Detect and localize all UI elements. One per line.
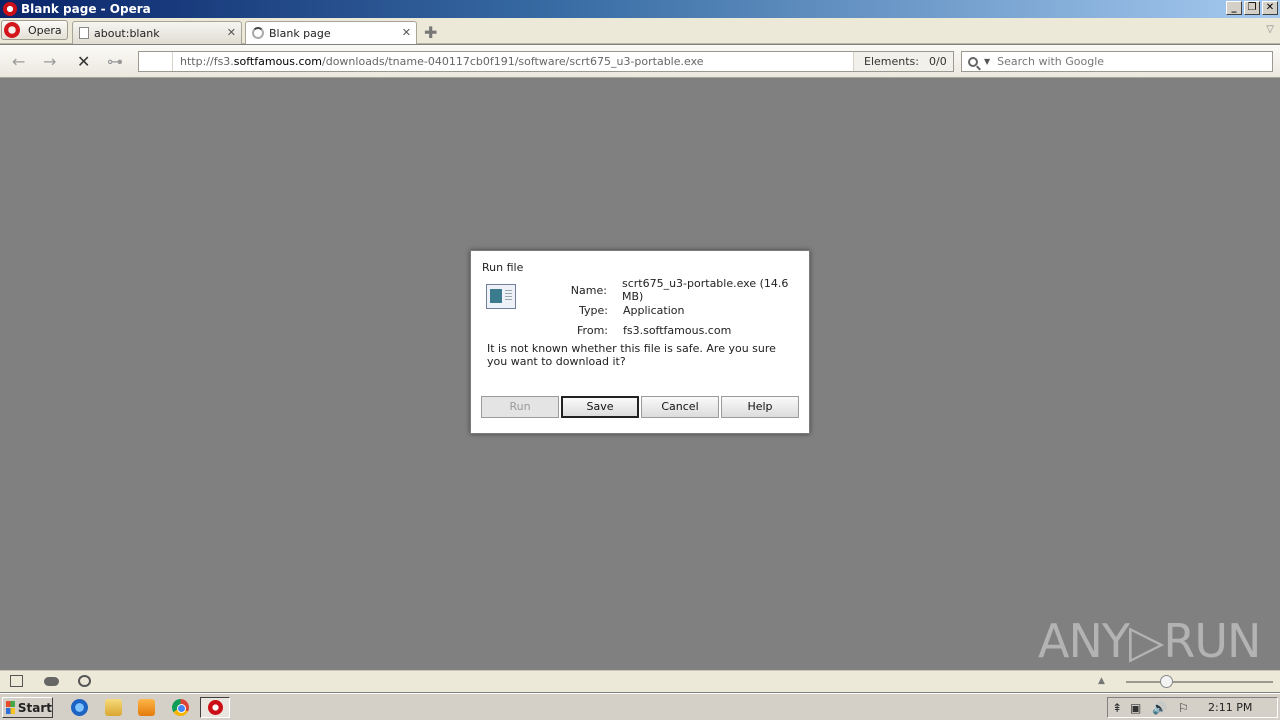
file-source: fs3.softfamous.com [623,323,732,337]
elements-count: 0/0 [928,55,947,68]
forward-arrow-icon[interactable]: → [43,52,56,71]
save-button[interactable]: Save [561,396,639,418]
run-button[interactable]: Run [481,396,559,418]
url-text[interactable]: http://fs3.softfamous.com/downloads/tnam… [173,55,853,68]
opera-taskbar-button[interactable] [200,697,230,718]
loading-spinner-icon [252,27,264,39]
dialog-buttons: Run Save Cancel Help [481,396,799,418]
run-file-dialog: Run file Name: scrt675_u3-portable.exe (1… [470,250,810,434]
network-icon[interactable]: ▣ [1130,701,1141,715]
search-placeholder: Search with Google [997,55,1105,68]
stop-icon[interactable]: ✕ [77,52,90,71]
status-bar: ▲ [0,670,1280,692]
restore-button[interactable]: ❐ [1244,1,1260,15]
key-icon[interactable]: ⊶ [107,52,123,71]
elements-counter: Elements: 0/0 [853,52,953,71]
zoom-slider-handle[interactable] [1160,675,1173,688]
elements-label: Elements: [864,55,919,68]
opera-unite-cloud-icon[interactable] [44,677,59,686]
anyrun-watermark: ANY▷RUN [1038,614,1261,668]
address-bar[interactable]: http://fs3.softfamous.com/downloads/tnam… [138,51,954,72]
application-file-icon [486,284,516,309]
zoom-slider-track[interactable] [1126,681,1273,683]
window-title: Blank page - Opera [21,2,151,16]
volume-icon[interactable]: 🔊 [1152,701,1167,715]
cancel-button[interactable]: Cancel [641,396,719,418]
internet-explorer-icon[interactable] [71,699,88,716]
opera-o-icon [4,22,20,38]
tab-bar: Opera about:blank ✕ Blank page ✕ ✚ ▽ [0,18,1280,44]
opera-menu-label: Opera [28,23,62,37]
from-label: From: [577,323,608,337]
window-controls: _ ❐ ✕ [1226,1,1278,15]
tab-label: about:blank [94,26,160,40]
opera-menu-button[interactable]: Opera [1,20,68,40]
tab-blank-page[interactable]: Blank page ✕ [245,21,417,44]
speed-dial-gauge-icon[interactable] [78,675,91,687]
url-domain: softfamous.com [233,55,323,68]
file-name: scrt675_u3-portable.exe (14.6 MB) [621,277,789,303]
start-button[interactable]: Start [2,697,53,718]
type-label: Type: [579,303,608,317]
action-center-flag-icon[interactable]: ⚐ [1178,701,1189,715]
zoom-expand-icon[interactable]: ▲ [1098,676,1105,686]
chrome-icon[interactable] [172,699,189,716]
new-tab-icon[interactable]: ✚ [424,23,437,42]
navigation-bar: ← → ✕ ⊶ http://fs3.softfamous.com/downlo… [0,45,1280,78]
start-label: Start [17,700,52,715]
dialog-title: Run file [482,261,524,274]
site-info-badge[interactable] [139,52,173,71]
tab-close-icon[interactable]: ✕ [402,26,411,39]
tab-close-icon[interactable]: ✕ [227,26,236,39]
windows-taskbar: Start ⇞ ▣ 🔊 ⚐ 2:11 PM [0,693,1280,720]
media-player-icon[interactable] [138,699,155,716]
tab-label: Blank page [269,26,331,40]
help-button[interactable]: Help [721,396,799,418]
windows-logo-icon [6,701,15,714]
safety-warning-message: It is not known whether this file is saf… [487,342,776,368]
name-label: Name: [570,283,607,297]
search-input[interactable]: ▼ Search with Google [961,51,1273,72]
search-engine-dropdown-icon[interactable]: ▼ [984,57,990,66]
close-window-button[interactable]: ✕ [1262,1,1278,15]
search-icon [968,56,978,67]
page-icon [79,27,89,39]
tab-about-blank[interactable]: about:blank ✕ [72,21,242,44]
clock[interactable]: 2:11 PM [1208,701,1252,714]
window-title-bar: Blank page - Opera _ ❐ ✕ [0,0,1280,18]
minimize-button[interactable]: _ [1226,1,1242,15]
tab-menu-icon[interactable]: ▽ [1266,24,1274,35]
file-info: Name: scrt675_u3-portable.exe (14.6 MB) T… [561,277,809,340]
back-arrow-icon[interactable]: ← [12,52,25,71]
show-hidden-icons-icon[interactable]: ⇞ [1112,701,1122,715]
opera-logo-icon [3,2,17,16]
folder-icon[interactable] [105,699,122,716]
file-type: Application [623,303,685,317]
panel-toggle-icon[interactable] [10,675,23,687]
system-tray: ⇞ ▣ 🔊 ⚐ 2:11 PM [1107,697,1278,718]
